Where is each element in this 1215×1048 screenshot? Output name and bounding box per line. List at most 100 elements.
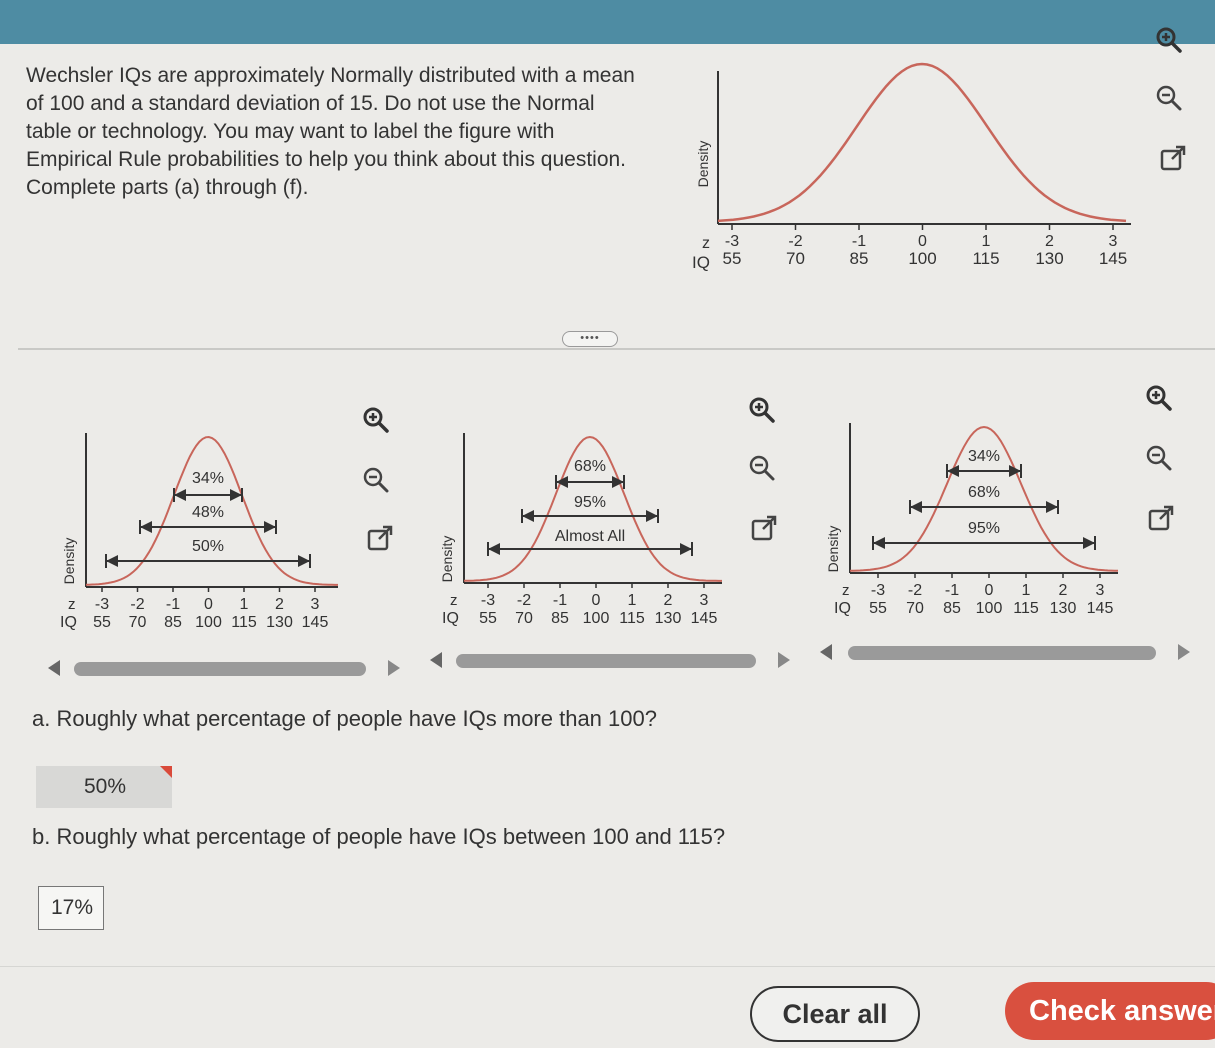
- axis-ticks: -355 -270 -185 0100 1115 2130 3145: [723, 224, 1127, 268]
- zoom-in-icon: [1156, 27, 1182, 53]
- z-tick-label: -2: [130, 596, 144, 613]
- zoom-out-button[interactable]: [1151, 80, 1187, 116]
- z-tick-label: 2: [275, 596, 284, 613]
- probability-label: 34%: [192, 470, 224, 487]
- open-figure-button[interactable]: [1155, 140, 1191, 176]
- intro-line: Empirical Rule probabilities to help you…: [26, 148, 627, 171]
- z-tick-label: -2: [788, 233, 802, 250]
- iq-tick-label: 100: [976, 600, 1003, 617]
- zoom-in-button[interactable]: [1151, 22, 1187, 58]
- iq-tick-label: 145: [1087, 600, 1114, 617]
- scroll-thumb[interactable]: [74, 662, 366, 676]
- option-figure-3[interactable]: Density 34% 68% 95% zIQ -355 -270 -185 0100 1115 2…: [826, 405, 1126, 635]
- arrowhead-left: [947, 465, 959, 477]
- z-tick-label: 1: [240, 596, 249, 613]
- scroll-right-icon[interactable]: [388, 660, 400, 676]
- answer-a-field[interactable]: 50%: [36, 766, 172, 808]
- zoom-out-icon: [1156, 85, 1182, 111]
- clear-all-button[interactable]: Clear all: [750, 986, 920, 1042]
- y-axis-label: Density: [695, 141, 711, 188]
- normal-curve: [717, 62, 1127, 223]
- z-tick-label: -2: [908, 582, 922, 599]
- option-1-zoom-in-button[interactable]: [358, 402, 394, 438]
- z-tick-label: 3: [1109, 233, 1118, 250]
- iq-tick-label: 130: [1050, 600, 1077, 617]
- scroll-left-icon[interactable]: [820, 644, 832, 660]
- external-link-icon: [1160, 145, 1186, 171]
- z-tick-label: 2: [1045, 233, 1054, 250]
- option-figure-2[interactable]: Density68%95%Almost AllzIQ-355-270-18501…: [438, 415, 728, 645]
- iq-tick-label: 85: [551, 610, 569, 627]
- z-tick-label: 0: [918, 233, 927, 250]
- iq-tick-label: 55: [869, 600, 887, 617]
- intro-line: of 100 and a standard deviation of 15. D…: [26, 92, 595, 115]
- z-tick-label: 3: [1096, 582, 1105, 599]
- option-3-open-button[interactable]: [1143, 500, 1179, 536]
- intro-line: table or technology. You may want to lab…: [26, 120, 555, 143]
- probability-label: 68%: [968, 484, 1000, 501]
- answer-b-field[interactable]: 17%: [38, 886, 104, 930]
- z-tick-label: 0: [204, 596, 213, 613]
- iq-tick-label: 115: [1013, 600, 1039, 617]
- option-2-zoom-out-button[interactable]: [744, 450, 780, 486]
- iq-tick-label: 85: [850, 249, 869, 268]
- arrowhead-left: [140, 521, 152, 533]
- zoom-in-icon: [363, 407, 389, 433]
- footer-divider: [0, 966, 1215, 967]
- arrowhead-right: [298, 555, 310, 567]
- option-3-scrollbar[interactable]: [820, 644, 1192, 662]
- z-tick-label: -1: [166, 596, 180, 613]
- z-tick-label: -1: [945, 582, 959, 599]
- option-figure-1[interactable]: Density 34% 48% 50% zIQ -355 -270 -185 0100 1115 2…: [56, 415, 346, 645]
- intro-line: Wechsler IQs are approximately Normally …: [26, 64, 635, 87]
- external-link-icon: [367, 525, 393, 551]
- top-bar: [0, 0, 1215, 44]
- expand-more-button[interactable]: ••••: [562, 331, 618, 347]
- z-tick-label: 2: [1059, 582, 1068, 599]
- answer-a-value: 50%: [84, 775, 127, 798]
- option-3-zoom-in-button[interactable]: [1141, 380, 1177, 416]
- arrowhead-right: [1009, 465, 1021, 477]
- iq-tick-label: 85: [164, 614, 182, 631]
- probability-label: 48%: [192, 504, 224, 521]
- option-1-scrollbar[interactable]: [48, 660, 403, 678]
- check-answer-button[interactable]: Check answer: [1005, 982, 1215, 1040]
- zoom-in-icon: [1146, 385, 1172, 411]
- iq-tick-label: 55: [93, 614, 111, 631]
- arrowhead-left: [910, 501, 922, 513]
- iq-tick-label: 130: [1035, 249, 1063, 268]
- option-2-scrollbar[interactable]: [430, 652, 792, 670]
- z-row-label: z: [702, 235, 710, 252]
- scroll-left-icon[interactable]: [48, 660, 60, 676]
- iq-row-label: IQ: [692, 253, 710, 272]
- probability-label: 34%: [968, 448, 1000, 465]
- external-link-icon: [1148, 505, 1174, 531]
- option-2-open-button[interactable]: [746, 510, 782, 546]
- iq-tick-label: 145: [302, 614, 329, 631]
- z-tick-label: -3: [95, 596, 109, 613]
- z-tick-label: 2: [664, 592, 673, 609]
- z-tick-label: -3: [871, 582, 885, 599]
- option-2-zoom-in-button[interactable]: [744, 392, 780, 428]
- iq-tick-label: 115: [972, 249, 999, 268]
- iq-tick-label: 145: [691, 610, 718, 627]
- scroll-right-icon[interactable]: [1178, 644, 1190, 660]
- z-tick-label: 3: [311, 596, 320, 613]
- scroll-thumb[interactable]: [848, 646, 1156, 660]
- iq-tick-label: 70: [515, 610, 533, 627]
- option-1-zoom-out-button[interactable]: [358, 462, 394, 498]
- arrowhead-left: [522, 510, 534, 522]
- scroll-thumb[interactable]: [456, 654, 756, 668]
- z-row-label: z: [450, 592, 458, 609]
- iq-tick-label: 55: [723, 249, 742, 268]
- scroll-right-icon[interactable]: [778, 652, 790, 668]
- scroll-left-icon[interactable]: [430, 652, 442, 668]
- z-tick-label: -3: [481, 592, 495, 609]
- iq-tick-label: 100: [195, 614, 222, 631]
- z-tick-label: 3: [700, 592, 709, 609]
- z-tick-label: -1: [553, 592, 567, 609]
- iq-tick-label: 70: [906, 600, 924, 617]
- question-a: a. Roughly what percentage of people hav…: [32, 706, 657, 731]
- option-1-open-button[interactable]: [362, 520, 398, 556]
- option-3-zoom-out-button[interactable]: [1141, 440, 1177, 476]
